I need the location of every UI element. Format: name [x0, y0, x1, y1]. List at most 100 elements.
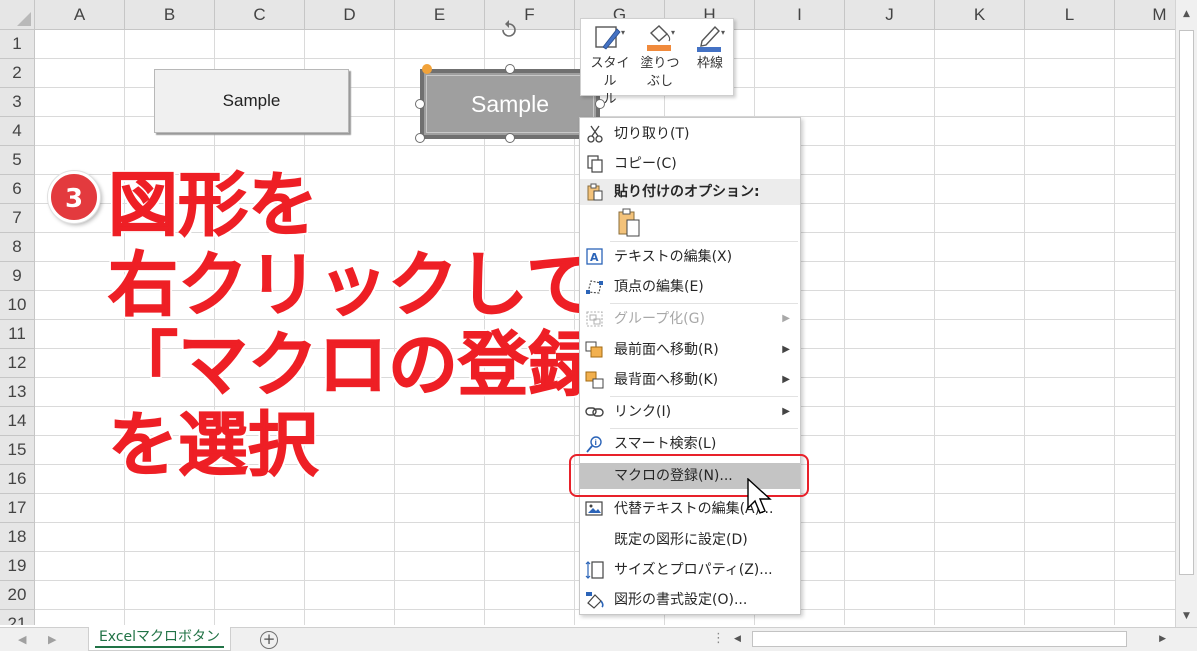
menu-item-link[interactable]: リンク(I) ▶: [580, 399, 800, 425]
menu-item-format-shape[interactable]: 図形の書式設定(O)...: [580, 587, 800, 613]
column-header[interactable]: D: [305, 0, 395, 30]
column-header[interactable]: M: [1115, 0, 1175, 30]
row-header[interactable]: 11: [0, 320, 35, 349]
scroll-right-icon[interactable]: ▶: [1159, 630, 1166, 649]
menu-label-paste-options: 貼り付けのオプション:: [614, 184, 760, 200]
row-header[interactable]: 20: [0, 581, 35, 610]
border-label: 枠線: [696, 56, 723, 71]
paste-clipboard-icon[interactable]: [616, 208, 642, 238]
row-header[interactable]: 7: [0, 204, 35, 233]
select-all-corner[interactable]: [0, 0, 35, 30]
svg-text:▾: ▾: [621, 28, 625, 37]
alt-text-icon: [585, 501, 603, 516]
row-header[interactable]: 19: [0, 552, 35, 581]
edit-points-icon: [586, 280, 603, 294]
row-header[interactable]: 17: [0, 494, 35, 523]
selected-sample-shape[interactable]: Sample: [420, 69, 600, 139]
bring-to-front-icon: [585, 341, 603, 358]
row-header[interactable]: 18: [0, 523, 35, 552]
resize-handle-bottom-left[interactable]: [415, 133, 425, 143]
vertical-scroll-thumb[interactable]: [1179, 30, 1194, 575]
row-header[interactable]: 9: [0, 262, 35, 291]
rotate-handle-icon[interactable]: [498, 18, 520, 40]
menu-item-size-props[interactable]: サイズとプロパティ(Z)...: [580, 557, 800, 583]
submenu-arrow-icon: ▶: [782, 406, 790, 417]
menu-item-edit-points[interactable]: 頂点の編集(E): [580, 274, 800, 300]
row-header[interactable]: 4: [0, 117, 35, 146]
menu-item-bring-front[interactable]: 最前面へ移動(R) ▶: [580, 337, 800, 363]
fill-label: 塗りつ: [640, 56, 680, 71]
add-sheet-icon[interactable]: +: [260, 631, 278, 649]
group-icon: [586, 311, 603, 327]
horizontal-scroll-thumb[interactable]: [752, 631, 1127, 647]
svg-text:A: A: [590, 251, 599, 264]
row-header[interactable]: 15: [0, 436, 35, 465]
annotation-line-4: を選択: [108, 404, 319, 486]
svg-text:▾: ▾: [671, 28, 675, 37]
menu-label-format-shape: 図形の書式設定(O)...: [614, 592, 748, 608]
menu-item-group[interactable]: グループ化(G) ▶: [580, 306, 800, 332]
paint-bucket-icon: ▾: [647, 25, 675, 51]
prev-sheet-icon[interactable]: ◀: [18, 631, 26, 649]
row-header[interactable]: 16: [0, 465, 35, 494]
row-header[interactable]: 6: [0, 175, 35, 204]
vertical-scrollbar[interactable]: ▲ ▼: [1175, 0, 1197, 627]
format-shape-icon: [586, 592, 604, 609]
size-properties-icon: [585, 561, 604, 579]
horizontal-scrollbar[interactable]: ◀ ▶: [732, 630, 1172, 649]
sample-button-shape[interactable]: Sample: [154, 69, 349, 133]
column-header[interactable]: L: [1025, 0, 1115, 30]
menu-label-set-default: 既定の図形に設定(D): [614, 532, 748, 548]
sheet-tab-label: Excelマクロボタン: [98, 629, 221, 645]
menu-label-copy: コピー(C): [614, 156, 677, 172]
resize-handle-top[interactable]: [505, 64, 515, 74]
column-header[interactable]: A: [35, 0, 125, 30]
row-header[interactable]: 21: [0, 610, 35, 625]
row-header[interactable]: 12: [0, 349, 35, 378]
fill-button[interactable]: ▾ 塗りつ ぶし: [635, 23, 685, 91]
row-header[interactable]: 14: [0, 407, 35, 436]
menu-item-edit-text[interactable]: A テキストの編集(X): [580, 244, 800, 270]
sheet-tab-active[interactable]: Excelマクロボタン: [88, 627, 231, 651]
resize-handle-left[interactable]: [415, 99, 425, 109]
column-header[interactable]: E: [395, 0, 485, 30]
row-header[interactable]: 1: [0, 30, 35, 59]
text-box-icon: A: [586, 248, 603, 265]
menu-label-send-back: 最背面へ移動(K): [614, 372, 719, 388]
column-header[interactable]: J: [845, 0, 935, 30]
menu-label-edit-points: 頂点の編集(E): [614, 279, 704, 295]
next-sheet-icon[interactable]: ▶: [48, 631, 56, 649]
annotation-line-2: 右クリックして: [108, 244, 597, 326]
menu-item-set-default[interactable]: 既定の図形に設定(D): [580, 527, 800, 553]
splitter-handle-icon[interactable]: ⋮: [712, 630, 725, 648]
shape-adjust-handle[interactable]: [422, 64, 432, 74]
column-header[interactable]: B: [125, 0, 215, 30]
scroll-left-icon[interactable]: ◀: [734, 630, 741, 649]
menu-item-cut[interactable]: 切り取り(T): [580, 121, 800, 147]
worksheet-grid[interactable]: ABCDEFGHIJKLM 1 2 3 4 5 6 7 8 9 10 11 12 13 14 15 16 17 1…: [0, 0, 1175, 625]
svg-text:i: i: [595, 439, 597, 447]
row-header[interactable]: 8: [0, 233, 35, 262]
menu-item-send-back[interactable]: 最背面へ移動(K) ▶: [580, 367, 800, 393]
row-header[interactable]: 3: [0, 88, 35, 117]
menu-item-copy[interactable]: コピー(C): [580, 151, 800, 177]
menu-label-size-props: サイズとプロパティ(Z)...: [614, 562, 773, 578]
step-badge: 3: [48, 171, 100, 223]
row-header[interactable]: 13: [0, 378, 35, 407]
scroll-down-icon[interactable]: ▼: [1176, 608, 1197, 624]
border-button[interactable]: ▾ 枠線: [685, 23, 735, 73]
scroll-up-icon[interactable]: ▲: [1176, 6, 1197, 22]
row-header[interactable]: 5: [0, 146, 35, 175]
style-button[interactable]: ▾ スタイル ル: [585, 23, 635, 109]
row-header[interactable]: 10: [0, 291, 35, 320]
row-header[interactable]: 2: [0, 59, 35, 88]
highlight-frame: [569, 454, 809, 497]
selected-shape-label: Sample: [471, 91, 549, 117]
column-header[interactable]: C: [215, 0, 305, 30]
copy-icon: [587, 155, 603, 173]
menu-label-cut: 切り取り(T): [614, 126, 690, 142]
column-header[interactable]: I: [755, 0, 845, 30]
column-header[interactable]: K: [935, 0, 1025, 30]
resize-handle-bottom[interactable]: [505, 133, 515, 143]
menu-label-edit-text: テキストの編集(X): [614, 249, 733, 265]
